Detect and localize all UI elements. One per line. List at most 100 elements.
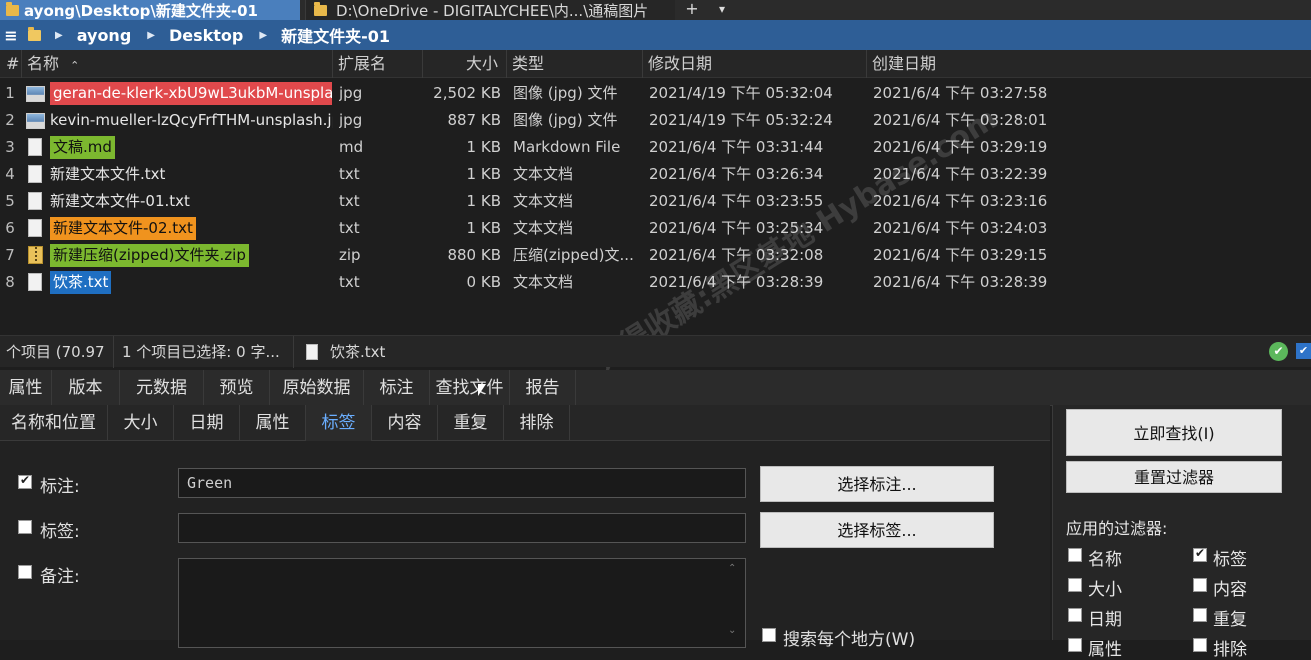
file-row[interactable]: 4 新建文本文件.txt txt 1 KB 文本文档 2021/6/4 下午 03:26:… bbox=[0, 161, 1311, 188]
file-name[interactable]: 新建压缩(zipped)文件夹.zip bbox=[47, 242, 333, 269]
column-created[interactable]: 创建日期 bbox=[867, 50, 1087, 78]
file-size: 887 KB bbox=[447, 111, 501, 129]
row-number: 4 bbox=[5, 165, 15, 183]
file-modified-date: 2021/6/4 下午 03:28:39 bbox=[649, 273, 824, 291]
scroll-up-icon[interactable]: ⌃ bbox=[728, 563, 736, 574]
markdown-file-icon bbox=[28, 138, 42, 156]
info-tab[interactable]: 查找文件 bbox=[430, 370, 510, 406]
status-current-file: 饮茶.txt bbox=[300, 336, 560, 368]
file-name-text: 新建文本文件-02.txt bbox=[50, 217, 196, 240]
file-size: 1 KB bbox=[466, 138, 501, 156]
row-number: 5 bbox=[5, 192, 15, 210]
filter-checkbox[interactable] bbox=[1068, 608, 1082, 622]
reset-filters-button[interactable]: 重置过滤器 bbox=[1066, 461, 1282, 493]
image-icon bbox=[26, 86, 45, 102]
file-name[interactable]: 新建文本文件.txt bbox=[47, 161, 333, 188]
file-row[interactable]: 3 文稿.md md 1 KB Markdown File 2021/6/4 下午 03:… bbox=[0, 134, 1311, 161]
column-header-row: # 名称 ⌃ 扩展名 大小 类型 修改日期 创建日期 bbox=[0, 50, 1311, 78]
text-file-icon bbox=[28, 192, 42, 210]
filter-label: 排除 bbox=[1213, 640, 1247, 660]
annotation-input[interactable]: Green bbox=[178, 468, 746, 498]
info-tab[interactable]: 原始数据 bbox=[270, 370, 364, 406]
file-name[interactable]: geran-de-klerk-xbU9wL3ukbM-unsplash.jpg bbox=[47, 80, 333, 107]
new-tab-button[interactable]: + bbox=[682, 0, 702, 20]
file-name[interactable]: 文稿.md bbox=[47, 134, 333, 161]
column-name[interactable]: 名称 ⌃ bbox=[22, 50, 333, 78]
tab-onedrive-folder[interactable]: D:\OneDrive - DIGITALYCHEE\内...\通稿图片 bbox=[305, 0, 675, 20]
tags-checkbox[interactable] bbox=[18, 520, 32, 534]
file-extension: txt bbox=[339, 219, 360, 237]
file-size: 1 KB bbox=[466, 219, 501, 237]
file-list: 1 geran-de-klerk-xbU9wL3ukbM-unsplash.jpg… bbox=[0, 80, 1311, 330]
file-modified-date: 2021/4/19 下午 05:32:24 bbox=[649, 111, 833, 129]
info-tab[interactable]: 标注 bbox=[364, 370, 430, 406]
column-number: # bbox=[0, 50, 22, 78]
file-modified-date: 2021/6/4 下午 03:31:44 bbox=[649, 138, 824, 156]
file-name[interactable]: 饮茶.txt bbox=[47, 269, 333, 296]
chevron-right-icon: ▶ bbox=[55, 29, 63, 41]
column-type[interactable]: 类型 bbox=[507, 50, 643, 78]
tag-filter-form: 标注: Green 选择标注... 标签: 选择标签... 备注: ⌃ ⌄ 搜索… bbox=[0, 441, 1050, 650]
search-now-button[interactable]: 立即查找(I) bbox=[1066, 409, 1282, 456]
tags-input[interactable] bbox=[178, 513, 746, 543]
file-row[interactable]: 8 饮茶.txt txt 0 KB 文本文档 2021/6/4 下午 03:28:39 20… bbox=[0, 269, 1311, 296]
breadcrumb-item[interactable]: Desktop bbox=[169, 26, 243, 45]
info-tab[interactable]: 预览 bbox=[204, 370, 270, 406]
menu-icon[interactable]: ≡ bbox=[0, 26, 22, 45]
filter-checkbox[interactable] bbox=[1193, 578, 1207, 592]
filter-checkbox[interactable] bbox=[1068, 578, 1082, 592]
file-created-date: 2021/6/4 下午 03:27:58 bbox=[873, 84, 1048, 102]
filter-checkbox[interactable] bbox=[1068, 638, 1082, 652]
file-name-text: 新建文本文件.txt bbox=[50, 165, 166, 183]
filter-label: 属性 bbox=[1088, 640, 1122, 660]
info-tab[interactable]: 元数据 bbox=[120, 370, 204, 406]
choose-annotation-button[interactable]: 选择标注... bbox=[760, 466, 994, 502]
filter-checkbox[interactable] bbox=[1068, 548, 1082, 562]
tab-list-dropdown[interactable]: ▾ bbox=[712, 0, 732, 20]
info-panel-tabs: 属性 版本 元数据 预览 原始数据 标注 查找文件 报告 bbox=[0, 370, 1311, 406]
file-size: 0 KB bbox=[466, 273, 501, 291]
file-row[interactable]: 1 geran-de-klerk-xbU9wL3ukbM-unsplash.jpg… bbox=[0, 80, 1311, 107]
choose-tags-button[interactable]: 选择标签... bbox=[760, 512, 994, 548]
file-name[interactable]: 新建文本文件-01.txt bbox=[47, 188, 333, 215]
column-modified[interactable]: 修改日期 bbox=[643, 50, 867, 78]
find-files-tab[interactable]: 名称和位置 bbox=[0, 405, 108, 441]
filter-checkbox[interactable] bbox=[1193, 546, 1207, 562]
file-row[interactable]: 2 kevin-mueller-lzQcyFrfTHM-unsplash.jpg j… bbox=[0, 107, 1311, 134]
file-size: 2,502 KB bbox=[433, 84, 501, 102]
file-name[interactable]: kevin-mueller-lzQcyFrfTHM-unsplash.jpg bbox=[47, 107, 333, 134]
file-row[interactable]: 5 新建文本文件-01.txt txt 1 KB 文本文档 2021/6/4 下午 03:… bbox=[0, 188, 1311, 215]
mouse-cursor-icon bbox=[478, 384, 486, 396]
file-type: Markdown File bbox=[513, 138, 621, 156]
annotation-checkbox[interactable] bbox=[18, 473, 32, 489]
find-files-tab[interactable]: 排除 bbox=[504, 405, 570, 441]
image-icon bbox=[26, 113, 45, 129]
find-files-tab[interactable]: 重复 bbox=[438, 405, 504, 441]
comment-textarea[interactable] bbox=[178, 558, 746, 648]
filter-label: 内容 bbox=[1213, 580, 1247, 600]
find-files-tab[interactable]: 内容 bbox=[372, 405, 438, 441]
checkbox-toggle-icon[interactable]: ✔ bbox=[1296, 343, 1311, 359]
column-extension[interactable]: 扩展名 bbox=[333, 50, 423, 78]
breadcrumb-item[interactable]: ayong bbox=[77, 26, 132, 45]
find-files-tab[interactable]: 标签 bbox=[306, 405, 372, 441]
file-type: 文本文档 bbox=[513, 219, 574, 237]
file-name[interactable]: 新建文本文件-02.txt bbox=[47, 215, 333, 242]
info-tab[interactable]: 属性 bbox=[0, 370, 52, 406]
breadcrumb-item[interactable]: 新建文件夹-01 bbox=[281, 23, 390, 47]
find-files-tab[interactable]: 日期 bbox=[174, 405, 240, 441]
tab-current-folder[interactable]: ayong\Desktop\新建文件夹-01 bbox=[0, 0, 300, 20]
info-tab[interactable]: 版本 bbox=[52, 370, 120, 406]
scroll-down-icon[interactable]: ⌄ bbox=[728, 625, 736, 636]
row-number: 6 bbox=[5, 219, 15, 237]
column-size[interactable]: 大小 bbox=[423, 50, 507, 78]
file-modified-date: 2021/6/4 下午 03:26:34 bbox=[649, 165, 824, 183]
file-row[interactable]: 7 新建压缩(zipped)文件夹.zip zip 880 KB 压缩(zipped)文… bbox=[0, 242, 1311, 269]
comment-checkbox[interactable] bbox=[18, 565, 32, 579]
file-row[interactable]: 6 新建文本文件-02.txt txt 1 KB 文本文档 2021/6/4 下午 03:… bbox=[0, 215, 1311, 242]
find-files-tab[interactable]: 属性 bbox=[240, 405, 306, 441]
info-tab[interactable]: 报告 bbox=[510, 370, 576, 406]
filter-checkbox[interactable] bbox=[1193, 638, 1207, 652]
find-files-tab[interactable]: 大小 bbox=[108, 405, 174, 441]
filter-checkbox[interactable] bbox=[1193, 608, 1207, 622]
